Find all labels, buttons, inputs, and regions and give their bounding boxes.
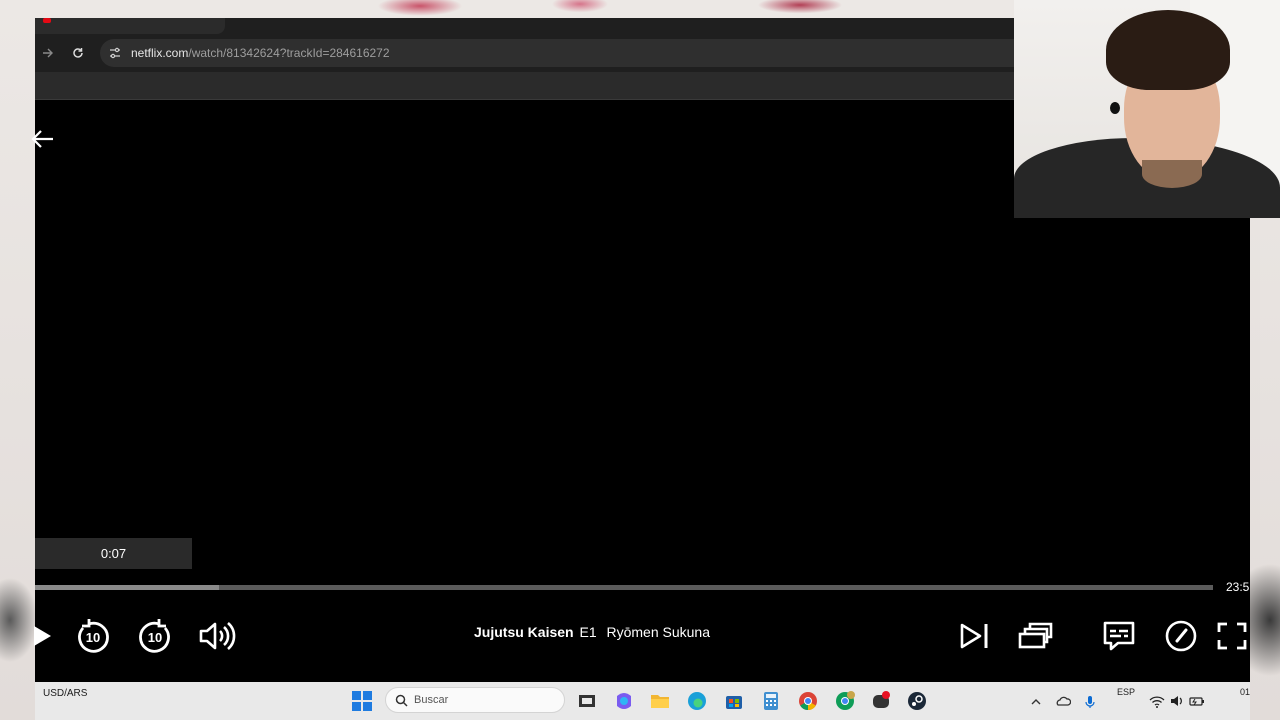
playback-speed-icon	[1165, 620, 1197, 652]
hover-time-tooltip: 0:07	[35, 538, 192, 569]
calculator-icon[interactable]	[760, 690, 782, 712]
forward-10-icon: 10	[139, 619, 170, 653]
url-path: /watch/81342624?trackId=284616272	[188, 46, 390, 60]
fullscreen-button[interactable]	[1217, 616, 1247, 656]
fullscreen-icon	[1217, 622, 1247, 650]
steam-icon[interactable]	[906, 690, 928, 712]
clock[interactable]: 01	[1240, 687, 1250, 697]
url-text: netflix.com/watch/81342624?trackId=28461…	[131, 46, 390, 60]
forward-10-button[interactable]: 10	[135, 616, 175, 656]
task-view-icon[interactable]	[576, 690, 598, 712]
back-arrow-icon[interactable]	[29, 128, 55, 150]
episodes-icon	[1018, 622, 1053, 649]
progress-bar-fill	[35, 585, 219, 590]
time-remaining: 23:5	[1226, 580, 1250, 594]
progress-bar[interactable]	[35, 585, 1213, 590]
forward-10-label: 10	[148, 630, 162, 645]
battery-icon[interactable]	[1189, 690, 1205, 712]
taskbar: USD/ARS Buscar ESP 01	[35, 682, 1250, 720]
language-indicator[interactable]: ESP	[1117, 687, 1135, 697]
reload-icon[interactable]	[67, 43, 89, 65]
chevron-up-icon[interactable]	[1030, 690, 1044, 712]
webcam-overlay	[1014, 0, 1280, 218]
episode-number: E1	[579, 624, 597, 640]
microphone-icon[interactable]	[1083, 690, 1097, 712]
microsoft-store-icon[interactable]	[723, 690, 745, 712]
copilot-icon[interactable]	[613, 690, 635, 712]
rewind-10-icon: 10	[78, 619, 109, 653]
speaker-icon[interactable]	[1169, 690, 1185, 712]
currency-widget[interactable]: USD/ARS	[43, 688, 87, 699]
earbud-icon	[1110, 102, 1120, 114]
discord-icon[interactable]	[870, 690, 892, 712]
webcam-person-beard	[1142, 160, 1202, 188]
browser-tab[interactable]	[35, 18, 225, 34]
chrome-profile-icon[interactable]	[834, 690, 856, 712]
file-explorer-icon[interactable]	[649, 690, 671, 712]
search-icon	[395, 694, 408, 707]
rewind-10-button[interactable]: 10	[73, 616, 113, 656]
taskbar-search[interactable]: Buscar	[385, 687, 565, 713]
forward-icon[interactable]	[37, 43, 59, 65]
episodes-button[interactable]	[1015, 616, 1055, 656]
chrome-icon[interactable]	[797, 690, 819, 712]
show-title: Jujutsu Kaisen	[474, 624, 574, 640]
playback-speed-button[interactable]	[1161, 616, 1201, 656]
volume-icon	[199, 622, 236, 650]
subtitles-icon	[1103, 621, 1135, 651]
next-episode-icon	[960, 623, 988, 649]
play-button[interactable]	[22, 616, 62, 656]
play-icon	[34, 626, 51, 646]
next-episode-button[interactable]	[954, 616, 994, 656]
url-host: netflix.com	[131, 46, 189, 60]
subtitles-button[interactable]	[1099, 616, 1139, 656]
site-settings-icon[interactable]	[108, 46, 122, 60]
windows-start-icon[interactable]	[351, 690, 373, 712]
volume-button[interactable]	[196, 616, 236, 656]
rewind-10-label: 10	[86, 630, 100, 645]
edge-icon[interactable]	[686, 690, 708, 712]
netflix-favicon-icon	[43, 18, 51, 23]
episode-title: Jujutsu Kaisen E1 Ryōmen Sukuna	[474, 624, 710, 640]
wifi-icon[interactable]	[1149, 690, 1165, 712]
cloud-icon[interactable]	[1055, 690, 1072, 712]
webcam-person-hair	[1106, 10, 1230, 90]
episode-name: Ryōmen Sukuna	[606, 624, 711, 640]
search-label: Buscar	[414, 694, 449, 706]
